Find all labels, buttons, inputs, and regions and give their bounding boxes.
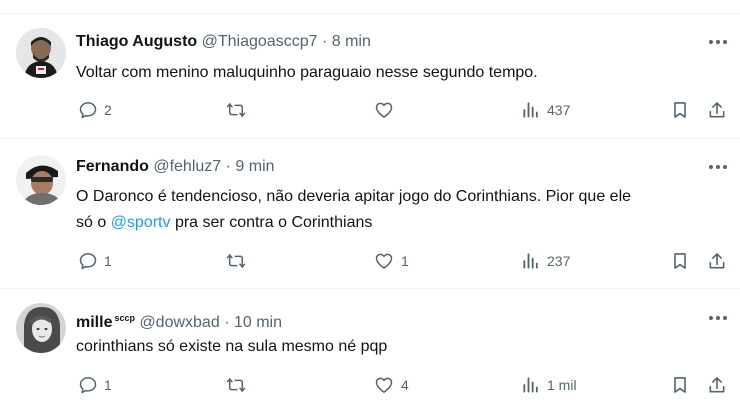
reply-count: 2	[104, 102, 112, 118]
separator-dot: ·	[321, 33, 328, 50]
like-button[interactable]	[373, 100, 401, 120]
more-icon	[709, 165, 727, 169]
tweet-header: mille sccp @dowxbad · 10 min	[76, 308, 282, 333]
heart-icon	[375, 377, 393, 393]
views-button[interactable]: 437	[521, 100, 570, 120]
views-icon	[523, 377, 538, 393]
timestamp[interactable]: 10 min	[234, 314, 282, 331]
tweet-2[interactable]: Fernando @fehluz7 · 9 min O Daronco é te…	[0, 139, 740, 288]
tweet-header: Fernando @fehluz7 · 9 min	[76, 157, 275, 177]
tweet-text: corinthians só existe na sula mesmo né p…	[76, 334, 726, 360]
timestamp[interactable]: 8 min	[332, 33, 371, 50]
like-button[interactable]: 1	[373, 251, 409, 271]
reply-icon	[79, 102, 97, 119]
tweet-3[interactable]: mille sccp @dowxbad · 10 min corinthians …	[0, 289, 740, 416]
more-button[interactable]	[706, 308, 730, 328]
author-name[interactable]: Thiago Augusto	[76, 33, 197, 50]
avatar[interactable]	[16, 303, 66, 353]
reply-button[interactable]: 1	[78, 375, 112, 395]
views-button[interactable]: 237	[521, 251, 570, 271]
reply-icon	[79, 377, 97, 394]
tweet-text-line: O Daronco é tendencioso, não deveria api…	[76, 188, 632, 205]
author-name[interactable]: Fernando	[76, 158, 149, 175]
tweet-1[interactable]: Thiago Augusto @Thiagoasccp7 · 8 min Vol…	[0, 0, 740, 138]
share-button[interactable]	[707, 251, 727, 271]
tweet-text: Voltar com menino maluquinho paraguaio n…	[76, 60, 726, 86]
profile-badge: sccp	[114, 313, 135, 323]
retweet-button[interactable]	[225, 100, 253, 120]
views-count: 1 mil	[547, 377, 577, 393]
author-handle[interactable]: @fehluz7	[153, 158, 221, 175]
bookmark-button[interactable]	[670, 251, 690, 271]
avatar[interactable]	[16, 28, 66, 78]
reply-count: 1	[104, 253, 112, 269]
heart-icon	[375, 253, 393, 269]
bookmark-icon	[674, 253, 686, 269]
more-button[interactable]	[706, 32, 730, 52]
tweet-text-segment: só o	[76, 214, 111, 231]
share-button[interactable]	[707, 100, 727, 120]
like-count: 1	[401, 253, 409, 269]
tweet-text: O Daronco é tendencioso, não deveria api…	[76, 184, 726, 236]
retweet-icon	[226, 378, 246, 392]
reply-button[interactable]: 1	[78, 251, 112, 271]
views-count: 237	[547, 253, 571, 269]
retweet-button[interactable]	[225, 375, 253, 395]
like-count: 4	[401, 377, 409, 393]
more-button[interactable]	[706, 157, 730, 177]
retweet-button[interactable]	[225, 251, 253, 271]
reply-icon	[79, 253, 97, 270]
views-icon	[523, 102, 538, 118]
retweet-icon	[226, 254, 246, 268]
views-count: 437	[547, 102, 571, 118]
bookmark-button[interactable]	[670, 100, 690, 120]
tweet-text-content: Voltar com menino maluquinho paraguaio n…	[76, 64, 538, 81]
bookmark-icon	[674, 377, 686, 393]
avatar[interactable]	[16, 155, 66, 205]
views-icon	[523, 253, 538, 269]
tweet-header: Thiago Augusto @Thiagoasccp7 · 8 min	[76, 32, 371, 52]
retweet-icon	[226, 103, 246, 117]
tweet-text-content: corinthians só existe na sula mesmo né p…	[76, 338, 388, 355]
separator-dot: ·	[224, 314, 230, 331]
mention-link[interactable]: @sportv	[111, 214, 171, 231]
bookmark-icon	[674, 102, 686, 118]
share-icon	[709, 102, 725, 118]
share-button[interactable]	[707, 375, 727, 395]
author-handle[interactable]: @Thiagoasccp7	[202, 33, 318, 50]
more-icon	[709, 316, 727, 320]
views-button[interactable]: 1 mil	[521, 375, 577, 395]
share-icon	[709, 253, 725, 269]
timestamp[interactable]: 9 min	[235, 158, 274, 175]
reply-button[interactable]: 2	[78, 100, 112, 120]
more-icon	[709, 40, 727, 44]
bookmark-button[interactable]	[670, 375, 690, 395]
tweet-text-line: só o @sportv pra ser contra o Corinthian…	[76, 210, 726, 236]
reply-count: 1	[104, 377, 112, 393]
share-icon	[709, 377, 725, 393]
like-button[interactable]: 4	[373, 375, 409, 395]
tweet-text-segment: pra ser contra o Corinthians	[170, 214, 373, 231]
author-handle[interactable]: @dowxbad	[139, 314, 219, 331]
author-name[interactable]: mille	[76, 314, 112, 331]
heart-icon	[375, 102, 393, 118]
separator-dot: ·	[225, 158, 231, 175]
